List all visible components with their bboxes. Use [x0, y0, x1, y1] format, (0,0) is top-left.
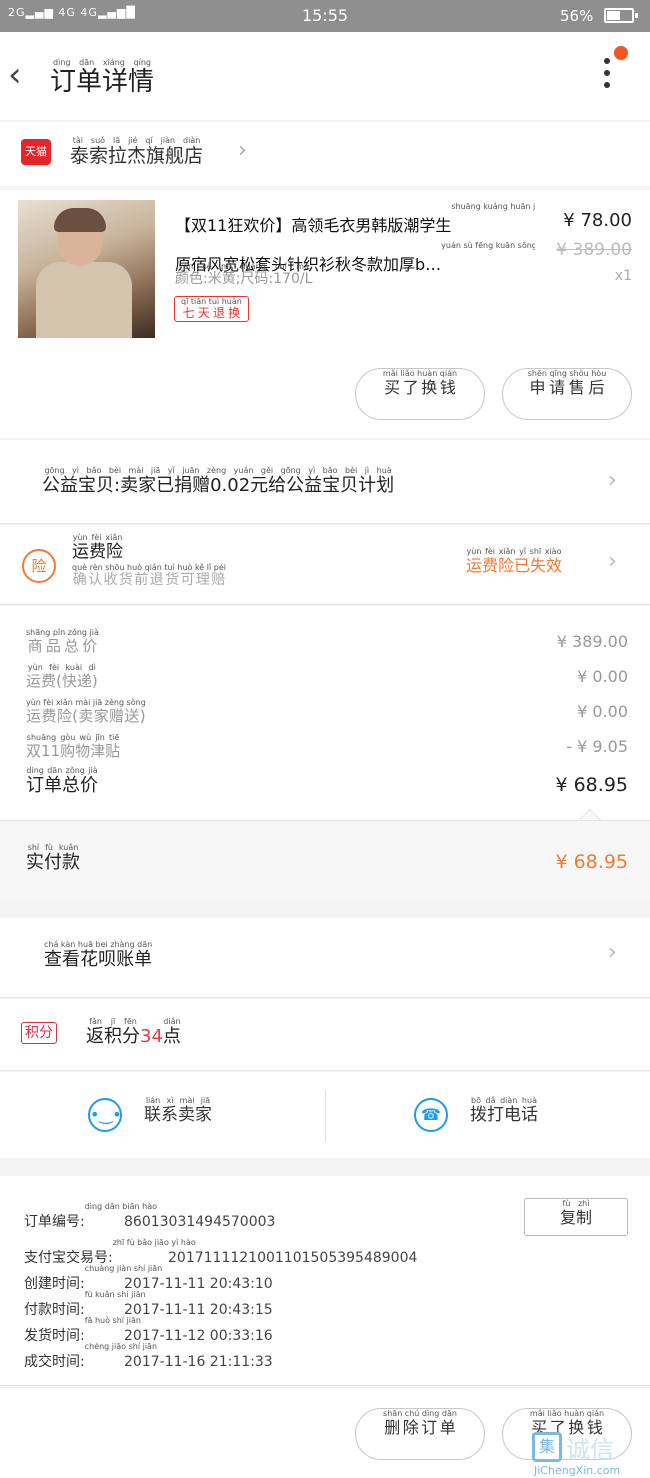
points-row: 积分 返积分fǎn jī fēn34点diǎn [0, 999, 650, 1071]
points-amount: 34 [140, 1026, 163, 1047]
more-vertical-icon[interactable] [600, 58, 614, 98]
breakdown-label: 双11购物津贴shuāng gòu wù jīn tiē [26, 733, 121, 760]
paid-value: ¥ 68.95 [555, 851, 628, 873]
huabei-bill-row[interactable]: 查看花呗账单chá kàn huā bei zhàng dān › [0, 918, 650, 998]
paid-label: 实付款shí fù kuǎn [26, 843, 80, 873]
insurance-subtitle: 确认收货前退货可理赔què rèn shōu huò qián tuì huò … [72, 563, 226, 588]
charity-row[interactable]: 公益宝贝:卖家已捐赠0.02元给公益宝贝计划gōng yì bǎo bèi mà… [0, 440, 650, 524]
chevron-right-icon: › [608, 549, 617, 574]
points-badge: 积分 [21, 1022, 57, 1044]
order-info: 订单编号:dìng dān biān hào86013031494570003 … [0, 1176, 650, 1386]
clock: 15:55 [301, 6, 349, 25]
return-policy-tag: 七天退换qī tiān tuì huàn [174, 296, 249, 322]
delete-order-button[interactable]: 删除订单shān chú dìng dān [355, 1408, 485, 1460]
after-sale-button[interactable]: 申请售后shēn qǐng shòu hòu [502, 368, 632, 420]
shipping-insurance-row[interactable]: 险 运费险yùn fèi xiǎn 确认收货前退货可理赔què rèn shōu… [0, 525, 650, 605]
completed-time-row: 成交时间:chéng jiāo shí jiān2017-11-16 21:11… [24, 1342, 273, 1370]
contact-row: •‿• 联系卖家lián xì mài jiā ☎ 拨打电话bō dǎ diàn… [0, 1072, 650, 1158]
status-bar: 2G▂▄▆ 4G 4G▂▄▆█ 15:55 56% [0, 0, 650, 32]
back-icon[interactable]: ‹ [8, 58, 22, 92]
product-price: ¥ 78.00 [563, 210, 632, 231]
product-image[interactable] [18, 200, 155, 338]
notification-dot [614, 46, 628, 60]
points-text: 返积分fǎn jī fēn34点diǎn [86, 1017, 181, 1047]
insurance-title: 运费险yùn fèi xiǎn [72, 533, 123, 562]
product-quantity: x1 [614, 268, 632, 284]
order-number-row: 订单编号:dìng dān biān hào86013031494570003 [24, 1202, 276, 1230]
alipay-trade-row: 支付宝交易号:zhī fù bǎo jiāo yì hào20171111210… [24, 1238, 418, 1266]
breakdown-value: ¥ 0.00 [577, 702, 628, 721]
battery-icon [604, 8, 638, 23]
shop-name: 泰索拉杰旗舰店tài suǒ lā jié qí jiàn diàn [70, 136, 204, 167]
huabei-text: 查看花呗账单chá kàn huā bei zhàng dān [44, 940, 153, 970]
actual-paid-row: 实付款shí fù kuǎn ¥ 68.95 [0, 820, 650, 900]
divider [325, 1090, 326, 1142]
chevron-right-icon: › [238, 138, 247, 163]
breakdown-label: 商品总价shāng pǐn zǒng jià [26, 628, 99, 655]
chevron-right-icon: › [608, 468, 617, 493]
copy-button[interactable]: 复制fù zhì [524, 1198, 628, 1236]
charity-text: 公益宝贝:卖家已捐赠0.02元给公益宝贝计划gōng yì bǎo bèi mà… [42, 466, 395, 496]
shipped-time-row: 发货时间:fā huò shí jiān2017-11-12 00:33:16 [24, 1316, 273, 1344]
buy-again-button[interactable]: 买了换钱mǎi liǎo huàn qián [355, 368, 485, 420]
original-price: ¥ 389.00 [556, 240, 632, 260]
price-breakdown: 商品总价shāng pǐn zǒng jià ¥ 389.00 运费(快递)yù… [0, 606, 650, 832]
breakdown-value: ¥ 389.00 [556, 632, 628, 651]
phone-icon[interactable]: ☎ [414, 1098, 448, 1132]
order-total-value: ¥ 68.95 [555, 774, 628, 796]
breakdown-value: - ¥ 9.05 [566, 737, 628, 756]
page-title: 订单详情dìng dān xiáng qíng [50, 58, 155, 97]
tmall-logo: 天猫 [21, 139, 51, 165]
chevron-right-icon: › [608, 940, 617, 965]
shop-row[interactable]: 天猫 泰索拉杰旗舰店tài suǒ lā jié qí jiàn diàn › [0, 122, 650, 186]
created-time-row: 创建时间:chuàng jiàn shí jiān2017-11-11 20:4… [24, 1264, 273, 1292]
product-card: 【双11狂欢价】高领毛衣男韩版潮学生shuāng kuáng huān jià … [0, 190, 650, 438]
breakdown-value: ¥ 0.00 [577, 667, 628, 686]
paid-time-row: 付款时间:fù kuǎn shí jiān2017-11-11 20:43:15 [24, 1290, 273, 1318]
breakdown-label: 运费(快递)yùn fèi kuài dì [26, 663, 98, 690]
insurance-status: 运费险已失效yùn fèi xiǎn yǐ shī xiào [466, 547, 563, 575]
watermark-logo: 集 诚信 JiChengXin.com [532, 1428, 650, 1478]
product-sku: 颜色:米黄;尺码:170/Lyán sè mǐ huáng chǐ mǎ [175, 262, 313, 287]
breakdown-label: 运费险(卖家赠送)yùn fèi xiǎn mài jiā zèng sòng [26, 698, 146, 725]
chat-bubble-icon[interactable]: •‿• [88, 1098, 122, 1132]
call-button[interactable]: 拨打电话bō dǎ diàn huà [470, 1096, 538, 1125]
order-total-label: 订单总价dìng dān zǒng jià [26, 766, 98, 796]
insurance-icon: 险 [22, 549, 56, 583]
nav-bar: ‹ 订单详情dìng dān xiáng qíng [0, 32, 650, 120]
battery-percent: 56% [560, 7, 594, 25]
contact-seller-button[interactable]: 联系卖家lián xì mài jiā [144, 1096, 212, 1125]
